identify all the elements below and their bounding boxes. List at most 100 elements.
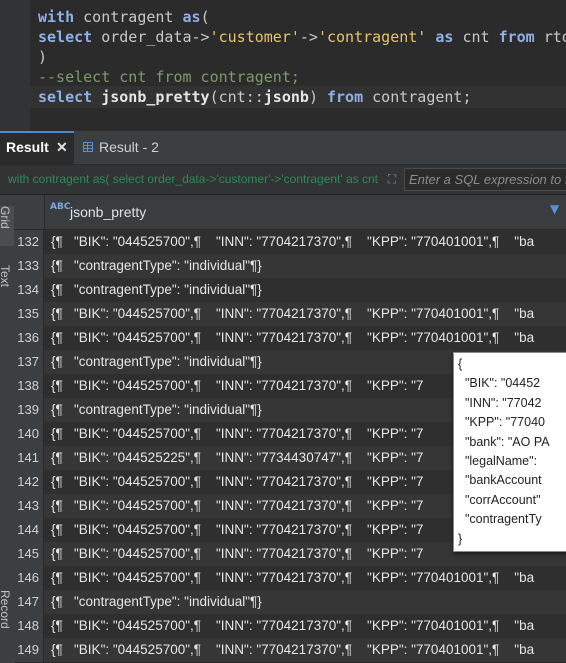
column-header-row: ABC jsonb_pretty ▼ [14,195,566,230]
tooltip-line: "bankAccount [458,473,542,488]
row-number[interactable]: 143 [14,494,44,518]
row-number[interactable]: 146 [14,566,44,590]
cell-jsonb-pretty[interactable]: {¶ "contragentType": "individual"¶} [51,590,262,614]
tooltip-line: } [458,531,463,546]
expand-icon[interactable]: ⛶ [384,171,400,187]
cell-value-tooltip: { "BIK": "04452 "INN": "77042 "KPP": "77… [453,352,566,552]
row-number[interactable]: 149 [14,638,44,662]
tooltip-line: "legalName": [458,454,538,468]
tooltip-line: "INN": "77042 [458,395,542,410]
filter-expression-input[interactable]: Enter a SQL expression to filter results [404,168,566,191]
column-header-jsonb-pretty[interactable]: jsonb_pretty [70,204,146,220]
row-number[interactable]: 137 [14,350,44,374]
row-number[interactable]: 147 [14,590,44,614]
tooltip-line: "KPP": "77040 [458,415,545,430]
table-row[interactable]: 149 {¶ "BIK": "044525700",¶ "INN": "77042… [14,638,566,663]
side-tab-text[interactable]: Text [0,265,14,305]
cell-jsonb-pretty[interactable]: {¶ "BIK": "044525700",¶ "INN": "77042173… [51,614,534,638]
type-name: jsonb [263,88,309,106]
side-tab-grid-label: Grid [0,206,12,229]
tab-result-2[interactable]: Result - 2 [80,131,180,164]
row-number[interactable]: 134 [14,278,44,302]
table-row[interactable]: 146 {¶ "BIK": "044525700",¶ "INN": "77042… [14,566,566,591]
row-number[interactable]: 138 [14,374,44,398]
cell-jsonb-pretty[interactable]: {¶ "contragentType": "individual"¶} [51,278,262,302]
tooltip-line: "corrAccount" [458,492,541,507]
tooltip-line: "BIK": "04452 [458,376,541,391]
row-number[interactable]: 148 [14,614,44,638]
cell-jsonb-pretty[interactable]: {¶ "BIK": "044525225",¶ "INN": "77344307… [51,446,423,470]
grid-icon [83,142,93,152]
filter-bar: with contragent as( select order_data->'… [0,165,566,195]
tab-result[interactable]: Result ✕ [0,131,74,166]
keyword: as [435,28,454,46]
tooltip-line: "bank": "AO PA [458,434,550,449]
identifier: contragent; [363,88,472,106]
cell-jsonb-pretty[interactable]: {¶ "BIK": "044525700",¶ "INN": "77042173… [51,230,534,254]
string-literal: 'contragent' [317,28,427,46]
code-line-5: select jsonb_pretty(cnt::jsonb) from con… [38,86,472,108]
row-number[interactable]: 135 [14,302,44,326]
function-name: jsonb_pretty [101,88,210,106]
table-row[interactable]: 133 {¶ "contragentType": "individual"¶} [14,254,566,279]
cell-jsonb-pretty[interactable]: {¶ "BIK": "044525700",¶ "INN": "77042173… [51,518,423,542]
cell-jsonb-pretty[interactable]: {¶ "contragentType": "individual"¶} [51,350,262,374]
tooltip-line: { [458,357,463,371]
row-number[interactable]: 139 [14,398,44,422]
text-type-icon: ABC [50,202,71,212]
keyword: from [327,88,364,106]
side-tab-record[interactable]: Record [0,590,14,660]
table-row[interactable]: 148 {¶ "BIK": "044525700",¶ "INN": "77042… [14,614,566,639]
keyword: from [498,28,535,46]
identifier: order_data-> [92,28,210,46]
identifier: cnt [453,28,499,46]
punctuation: ( [200,8,210,26]
code-line-2: select order_data->'customer'->'contrage… [38,26,566,48]
code-line-3: ) [38,48,48,66]
cell-jsonb-pretty[interactable]: {¶ "BIK": "044525700",¶ "INN": "77042173… [51,494,423,518]
table-row[interactable]: 132 {¶ "BIK": "044525700",¶ "INN": "77042… [14,230,566,255]
side-tab-grid[interactable]: Grid [0,206,14,246]
keyword: select [38,88,93,106]
cell-jsonb-pretty[interactable]: {¶ "contragentType": "individual"¶} [51,254,262,278]
cell-jsonb-pretty[interactable]: {¶ "BIK": "044525700",¶ "INN": "77042173… [51,326,534,350]
row-number[interactable]: 140 [14,422,44,446]
row-number[interactable]: 144 [14,518,44,542]
row-number[interactable]: 142 [14,470,44,494]
table-row[interactable]: 134 {¶ "contragentType": "individual"¶} [14,278,566,303]
cell-jsonb-pretty[interactable]: {¶ "contragentType": "individual"¶} [51,398,262,422]
row-number[interactable]: 132 [14,230,44,254]
column-filter-icon[interactable]: ▼ [550,202,559,216]
row-number[interactable]: 145 [14,542,44,566]
operator: -> [299,28,318,46]
table-row[interactable]: 136 {¶ "BIK": "044525700",¶ "INN": "77042… [14,326,566,351]
row-number-header[interactable] [14,195,45,229]
tab-result-label: Result [6,139,49,155]
row-number[interactable]: 133 [14,254,44,278]
tab-result-2-label: Result - 2 [99,139,159,155]
editor-gutter [0,0,30,131]
cell-jsonb-pretty[interactable]: {¶ "BIK": "044525700",¶ "INN": "77042173… [51,374,423,398]
cell-jsonb-pretty[interactable]: {¶ "BIK": "044525700",¶ "INN": "77042173… [51,422,423,446]
cell-jsonb-pretty[interactable]: {¶ "BIK": "044525700",¶ "INN": "77042173… [51,566,534,590]
cell-jsonb-pretty[interactable]: {¶ "BIK": "044525700",¶ "INN": "77042173… [51,302,534,326]
row-number[interactable]: 136 [14,326,44,350]
sql-editor[interactable]: with contragent as( select order_data->'… [0,0,566,131]
identifier: contragent [74,8,183,26]
row-number[interactable]: 141 [14,446,44,470]
table-row[interactable]: 135 {¶ "BIK": "044525700",¶ "INN": "77042… [14,302,566,327]
table-row[interactable]: 147 {¶ "contragentType": "individual"¶} [14,590,566,615]
result-tabbar: Result ✕ Result - 2 [0,131,566,166]
cell-jsonb-pretty[interactable]: {¶ "BIK": "044525700",¶ "INN": "77042173… [51,542,423,566]
side-tab-record-label: Record [0,590,12,629]
close-icon[interactable]: ✕ [56,131,68,164]
cell-jsonb-pretty[interactable]: {¶ "BIK": "044525700",¶ "INN": "77042173… [51,470,423,494]
keyword: as [182,8,201,26]
code-line-4-comment: --select cnt from contragent; [38,68,300,86]
punctuation: ) [308,88,327,106]
cell-jsonb-pretty[interactable]: {¶ "BIK": "044525700",¶ "INN": "77042173… [51,638,534,662]
tooltip-line: "contragentTy [458,512,542,527]
query-text-link[interactable]: with contragent as( select order_data->'… [8,170,380,188]
identifier: (cnt:: [209,88,264,106]
